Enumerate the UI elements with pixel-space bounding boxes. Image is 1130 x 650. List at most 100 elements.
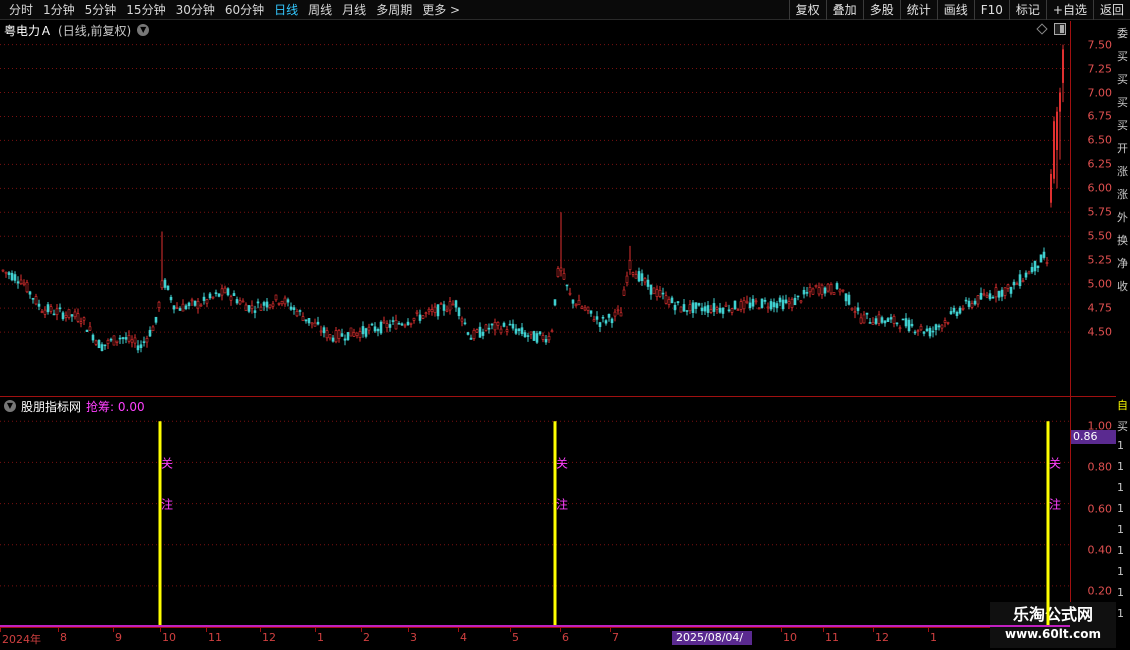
candle-body (1015, 283, 1019, 286)
candle-body (1012, 281, 1016, 286)
candle-body (499, 328, 503, 334)
side-char: 外 (1117, 211, 1128, 224)
date-tick (610, 628, 611, 632)
candle-body (511, 323, 515, 329)
candle-body (601, 316, 605, 319)
candle-body (1056, 111, 1058, 150)
candle-body (940, 324, 944, 329)
candle-body (100, 344, 104, 352)
candle-body (250, 305, 254, 309)
candle-body (802, 289, 806, 295)
side-char: 1 (1117, 481, 1124, 494)
chart-canvas[interactable]: 关注 关注 关注 (0, 0, 1070, 627)
candle-body (406, 321, 410, 326)
candle-body (763, 299, 767, 302)
date-label: 1 (930, 631, 937, 644)
candle-body (826, 283, 830, 292)
candle-body (931, 330, 935, 333)
candle-body (676, 301, 680, 304)
candle-body (661, 292, 665, 295)
candle-body (484, 324, 488, 331)
candle-body (835, 283, 839, 290)
side-char: 买 (1117, 50, 1128, 63)
candle-body (871, 322, 875, 325)
signal-text-bottom: 注 (1049, 497, 1061, 512)
candle-body (1036, 265, 1040, 268)
candle-body (664, 295, 668, 304)
candle-body (1062, 49, 1064, 83)
candle-body (481, 331, 485, 336)
side-char: 1 (1117, 460, 1124, 473)
candle-body (337, 330, 341, 339)
candle-body (907, 319, 911, 332)
candle-body (94, 340, 98, 345)
date-tick (160, 628, 161, 632)
date-tick (458, 628, 459, 632)
candle-body (568, 292, 572, 295)
candle-body (643, 278, 647, 283)
candle-body (166, 285, 170, 290)
candle-body (691, 302, 695, 313)
candle-body (379, 321, 383, 334)
candle-body (595, 316, 599, 320)
candle-body (133, 337, 137, 344)
candle-body (928, 327, 932, 337)
candle-body (574, 303, 578, 307)
candle-body (334, 330, 338, 343)
candle-body (382, 320, 386, 324)
candle-body (478, 326, 482, 338)
side-char: 1 (1117, 607, 1124, 620)
candle-body (109, 338, 113, 341)
candle-body (811, 288, 815, 295)
candle-body (667, 299, 671, 305)
candle-body (550, 330, 554, 333)
candle-body (175, 307, 179, 309)
indicator-tick-label: 0.60 (1087, 502, 1113, 516)
candle-body (1009, 287, 1013, 294)
candle-body (439, 303, 443, 305)
candle-body (850, 307, 854, 311)
candle-body (520, 327, 524, 334)
candle-body (64, 315, 68, 318)
candle-body (409, 322, 413, 325)
tool-button-8[interactable]: 返回 (1092, 0, 1130, 20)
date-tick (781, 628, 782, 632)
candle-body (886, 318, 890, 322)
candle-body (172, 305, 176, 310)
candle-body (742, 300, 746, 310)
candle-body (43, 309, 47, 315)
candle-body (913, 331, 917, 334)
candle-body (496, 322, 500, 326)
candle-body (1027, 271, 1031, 275)
candle-body (799, 300, 803, 303)
candle-body (715, 307, 719, 310)
candle-body (415, 311, 419, 314)
side-char: 1 (1117, 586, 1124, 599)
candle-body (202, 296, 206, 301)
candle-body (724, 304, 728, 307)
candle-body (301, 316, 305, 321)
side-char: 涨 (1117, 165, 1128, 178)
date-tick (315, 628, 316, 632)
candle-body (1000, 289, 1004, 297)
candle-body (889, 317, 893, 320)
date-tick (928, 628, 929, 632)
candle-body (256, 301, 260, 304)
candle-body (130, 339, 134, 343)
candle-body (652, 287, 656, 295)
candle-body (736, 309, 740, 311)
candle-body (673, 304, 677, 311)
candle-body (22, 282, 26, 285)
candle-body (535, 333, 539, 343)
candle-body (790, 298, 794, 308)
candle-body (943, 320, 947, 323)
candle-body (838, 289, 842, 293)
price-tick-label: 5.75 (1087, 205, 1113, 219)
candle-body (958, 307, 962, 314)
candle-body (25, 282, 29, 293)
candle-body (445, 309, 449, 312)
candle-body (436, 304, 440, 317)
date-label: 4 (460, 631, 467, 644)
candle-body (775, 303, 779, 309)
candle-body (283, 297, 287, 305)
